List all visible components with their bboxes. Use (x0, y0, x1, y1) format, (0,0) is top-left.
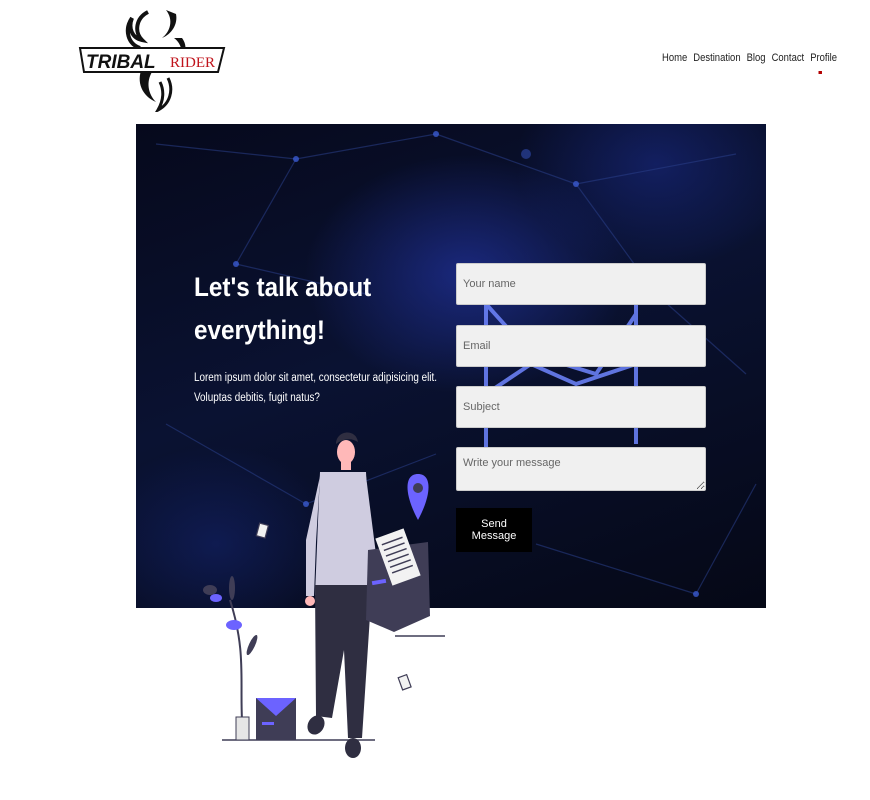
logo-text-primary: TRIBAL (86, 52, 156, 73)
site-logo[interactable]: TRIBAL RIDER (78, 8, 226, 114)
hero-title-line1: Let's talk about (194, 272, 372, 302)
message-textarea[interactable] (456, 447, 706, 491)
nav-blog[interactable]: Blog (747, 52, 766, 64)
send-message-button[interactable]: Send Message (456, 508, 532, 552)
nav-destination[interactable]: Destination (693, 52, 740, 64)
name-input[interactable] (456, 263, 706, 305)
hero-title-line2: everything! (194, 315, 325, 345)
nav-home[interactable]: Home (662, 52, 687, 64)
subject-input[interactable] (456, 386, 706, 428)
hero-title: Let's talk about everything! (194, 266, 401, 352)
nav-contact[interactable]: Contact (772, 52, 805, 64)
email-input[interactable] (456, 325, 706, 367)
hero-description: Lorem ipsum dolor sit amet, consectetur … (194, 372, 437, 404)
main-nav: Home Destination Blog Contact Profile (662, 52, 837, 74)
logo-emblem: TRIBAL RIDER (78, 10, 226, 114)
logo-text-secondary: RIDER (170, 55, 215, 71)
nav-profile[interactable]: Profile (810, 52, 837, 74)
contact-illustration (203, 432, 445, 758)
